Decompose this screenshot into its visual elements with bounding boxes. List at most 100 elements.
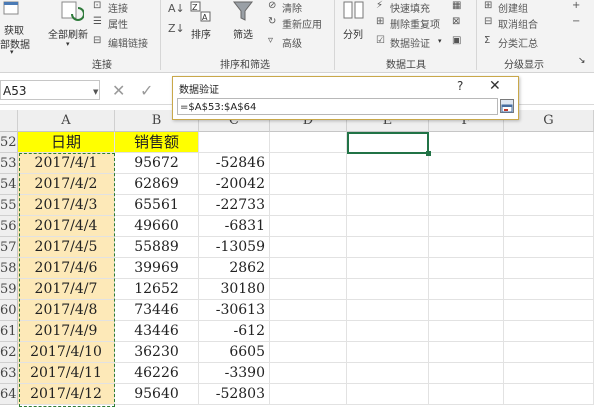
empty-cell[interactable] bbox=[270, 300, 347, 321]
empty-cell[interactable] bbox=[429, 363, 504, 384]
relationships-icon[interactable]: ⊠ bbox=[452, 16, 460, 27]
sales-cell[interactable]: 12652 bbox=[115, 279, 199, 300]
empty-cell[interactable] bbox=[429, 300, 504, 321]
empty-cell[interactable] bbox=[504, 279, 594, 300]
header-cell-date[interactable]: 日期 bbox=[18, 132, 115, 153]
sales-cell[interactable]: 43446 bbox=[115, 321, 199, 342]
row-header[interactable]: 52 bbox=[0, 132, 18, 153]
chevron-down-icon[interactable]: ▼ bbox=[93, 88, 98, 96]
empty-cell[interactable] bbox=[270, 195, 347, 216]
corner-select-all[interactable] bbox=[0, 110, 18, 132]
empty-cell[interactable] bbox=[429, 342, 504, 363]
cancel-icon[interactable]: ✕ bbox=[112, 81, 125, 100]
row-header[interactable]: 61 bbox=[0, 321, 18, 342]
diff-cell[interactable]: -52803 bbox=[199, 384, 270, 405]
empty-cell[interactable] bbox=[504, 363, 594, 384]
expand-dialog-icon[interactable] bbox=[500, 99, 514, 113]
row-header[interactable]: 60 bbox=[0, 300, 18, 321]
empty-cell[interactable] bbox=[347, 153, 429, 174]
diff-cell[interactable]: -22733 bbox=[199, 195, 270, 216]
filter-icon[interactable] bbox=[232, 0, 254, 22]
ungroup-button[interactable]: 取消组合 bbox=[498, 16, 538, 31]
remove-duplicates-button[interactable]: 删除重复项 bbox=[390, 16, 440, 31]
enter-icon[interactable]: ✓ bbox=[140, 81, 153, 100]
sales-cell[interactable]: 36230 bbox=[115, 342, 199, 363]
sales-cell[interactable]: 49660 bbox=[115, 216, 199, 237]
empty-cell[interactable] bbox=[504, 132, 594, 153]
row-header[interactable]: 57 bbox=[0, 237, 18, 258]
row-header[interactable]: 64 bbox=[0, 384, 18, 405]
subtotal-button[interactable]: 分类汇总 bbox=[498, 35, 538, 50]
empty-cell[interactable] bbox=[270, 279, 347, 300]
empty-cell[interactable] bbox=[429, 384, 504, 405]
diff-cell[interactable]: -3390 bbox=[199, 363, 270, 384]
empty-cell[interactable] bbox=[270, 237, 347, 258]
connections-button[interactable]: 连接 bbox=[108, 0, 128, 15]
diff-cell[interactable]: -30613 bbox=[199, 300, 270, 321]
diff-cell[interactable]: 6605 bbox=[199, 342, 270, 363]
row-header[interactable]: 55 bbox=[0, 195, 18, 216]
filter-button[interactable]: 筛选 bbox=[233, 26, 253, 41]
diff-cell[interactable]: -13059 bbox=[199, 237, 270, 258]
reapply-button[interactable]: 重新应用 bbox=[282, 16, 322, 31]
properties-button[interactable]: 属性 bbox=[108, 16, 128, 31]
clear-button[interactable]: 清除 bbox=[282, 0, 302, 15]
range-reference-input[interactable]: =$A$53:$A$64 bbox=[177, 98, 498, 115]
empty-cell[interactable] bbox=[504, 195, 594, 216]
get-data-label[interactable]: 获取 bbox=[4, 22, 24, 37]
empty-cell[interactable] bbox=[199, 132, 270, 153]
name-box[interactable]: A53 bbox=[0, 80, 100, 100]
empty-cell[interactable] bbox=[347, 384, 429, 405]
empty-cell[interactable] bbox=[429, 153, 504, 174]
empty-cell[interactable] bbox=[347, 195, 429, 216]
advanced-button[interactable]: 高级 bbox=[282, 35, 302, 50]
empty-cell[interactable] bbox=[270, 153, 347, 174]
empty-cell[interactable] bbox=[347, 342, 429, 363]
row-header[interactable]: 62 bbox=[0, 342, 18, 363]
empty-cell[interactable] bbox=[429, 195, 504, 216]
sort-button[interactable]: 排序 bbox=[191, 26, 211, 41]
empty-cell[interactable] bbox=[504, 216, 594, 237]
close-icon[interactable]: ✕ bbox=[489, 78, 501, 94]
consolidate-icon[interactable]: ▦ bbox=[452, 0, 461, 11]
diff-cell[interactable]: -52846 bbox=[199, 153, 270, 174]
sales-cell[interactable]: 39969 bbox=[115, 258, 199, 279]
text-to-columns-button[interactable]: 分列 bbox=[343, 26, 363, 41]
help-icon[interactable]: ? bbox=[457, 79, 463, 93]
sales-cell[interactable]: 95640 bbox=[115, 384, 199, 405]
row-header[interactable]: 59 bbox=[0, 279, 18, 300]
row-header[interactable]: 53 bbox=[0, 153, 18, 174]
sort-az-icon[interactable]: A↓ bbox=[168, 2, 185, 15]
text-to-columns-icon[interactable] bbox=[342, 0, 366, 22]
empty-cell[interactable] bbox=[270, 174, 347, 195]
sales-cell[interactable]: 65561 bbox=[115, 195, 199, 216]
row-header[interactable]: 56 bbox=[0, 216, 18, 237]
empty-cell[interactable] bbox=[429, 321, 504, 342]
sales-cell[interactable]: 55889 bbox=[115, 237, 199, 258]
refresh-all-icon[interactable] bbox=[58, 0, 84, 24]
empty-cell[interactable] bbox=[429, 237, 504, 258]
active-cell-selection[interactable] bbox=[347, 132, 429, 154]
empty-cell[interactable] bbox=[504, 237, 594, 258]
manage-data-model-icon[interactable]: ▣ bbox=[452, 35, 461, 46]
edit-links-button[interactable]: 编辑链接 bbox=[108, 35, 148, 50]
empty-cell[interactable] bbox=[270, 258, 347, 279]
empty-cell[interactable] bbox=[270, 384, 347, 405]
flash-fill-button[interactable]: 快速填充 bbox=[390, 0, 430, 15]
row-header[interactable]: 63 bbox=[0, 363, 18, 384]
empty-cell[interactable] bbox=[270, 363, 347, 384]
spreadsheet-grid[interactable]: A B C D E F G 52 日期 销售额 53 2017/4/1 95672 -528… bbox=[0, 110, 594, 414]
hide-detail-icon[interactable]: − bbox=[572, 16, 580, 27]
empty-cell[interactable] bbox=[504, 321, 594, 342]
empty-cell[interactable] bbox=[429, 279, 504, 300]
sales-cell[interactable]: 62869 bbox=[115, 174, 199, 195]
empty-cell[interactable] bbox=[347, 258, 429, 279]
empty-cell[interactable] bbox=[347, 174, 429, 195]
diff-cell[interactable]: -6831 bbox=[199, 216, 270, 237]
data-validation-button[interactable]: 数据验证 bbox=[390, 35, 430, 50]
empty-cell[interactable] bbox=[347, 321, 429, 342]
row-header[interactable]: 54 bbox=[0, 174, 18, 195]
empty-cell[interactable] bbox=[347, 279, 429, 300]
diff-cell[interactable]: 30180 bbox=[199, 279, 270, 300]
empty-cell[interactable] bbox=[429, 216, 504, 237]
